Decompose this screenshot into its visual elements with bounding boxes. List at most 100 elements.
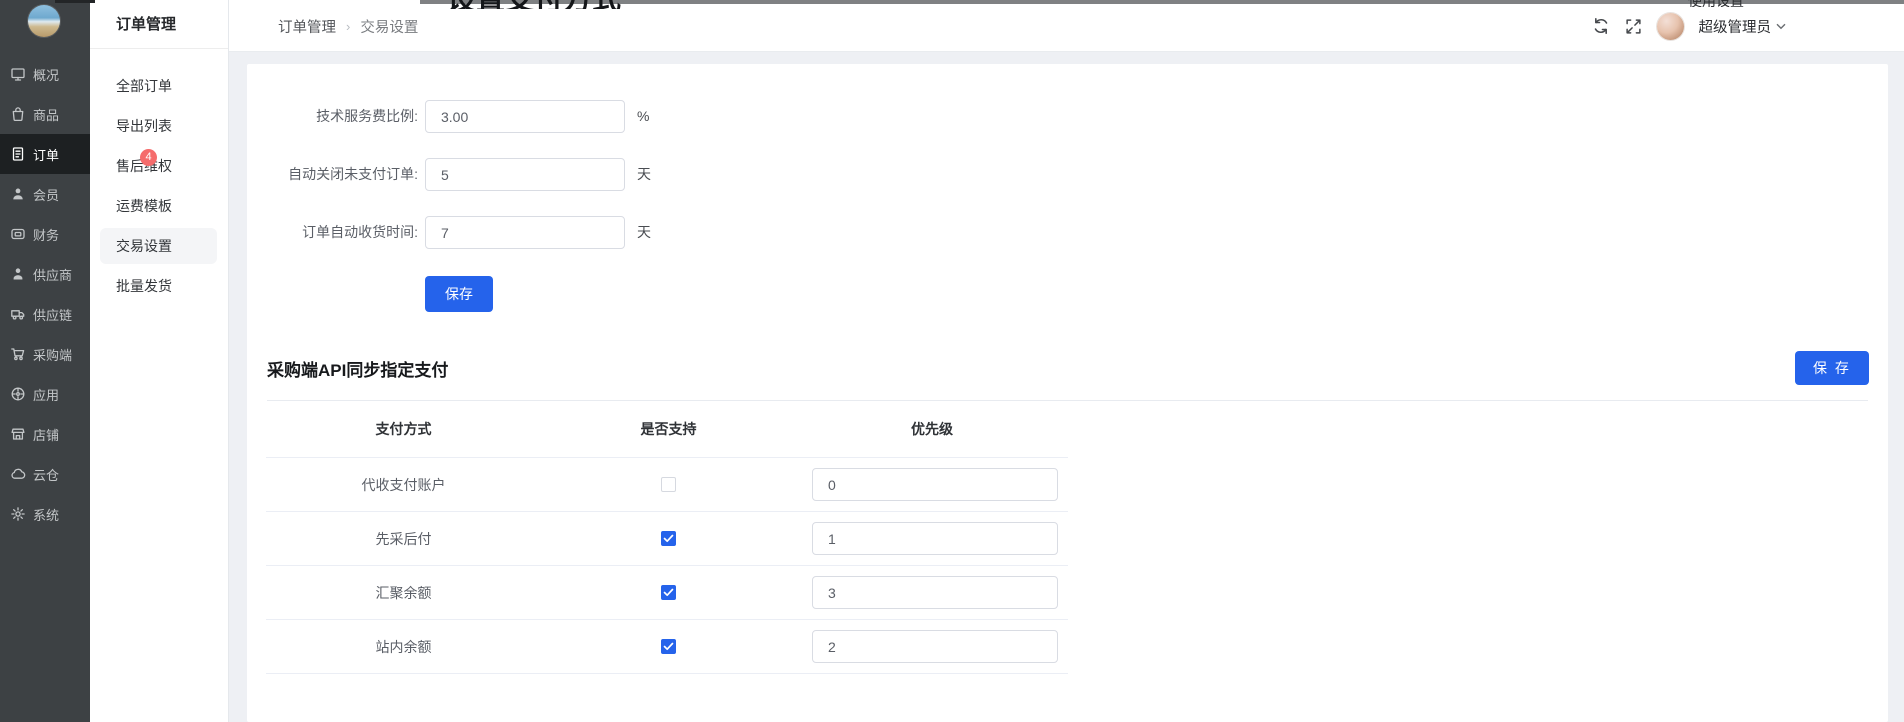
sidebar-item-label: 订单 [33, 145, 59, 164]
settings-form-row: 自动关闭未支付订单:天 [247, 158, 677, 191]
sidebar-item-finance[interactable]: 财务 [0, 214, 90, 254]
sidebar-item-order[interactable]: 订单 [0, 134, 90, 174]
cloud-icon [10, 466, 26, 482]
supported-cell [541, 531, 796, 546]
sidebar-item-member[interactable]: 会员 [0, 174, 90, 214]
sidebar-item-label: 财务 [33, 225, 59, 244]
sidebar-item-label: 系统 [33, 505, 59, 524]
bag-icon [10, 106, 26, 122]
monitor-icon [10, 66, 26, 82]
sidebar-item-cart[interactable]: 采购端 [0, 334, 90, 374]
finance-icon [10, 226, 26, 242]
settings-form-row: 订单自动收货时间: 天 [247, 216, 677, 249]
priority-cell [796, 522, 1068, 555]
form-unit-suffix: % [637, 100, 649, 133]
sidebar-item-supplier[interactable]: 供应商 [0, 254, 90, 294]
member-icon [10, 186, 26, 202]
priority-input[interactable] [812, 576, 1058, 609]
submenu-item-label: 运费模板 [116, 198, 172, 214]
form-label: 技术服务费比例: [247, 100, 418, 133]
user-name: 超级管理员 [1699, 16, 1772, 37]
support-checkbox[interactable] [661, 531, 676, 546]
priority-input[interactable] [812, 522, 1058, 555]
sidebar-item-truck[interactable]: 供应链 [0, 294, 90, 334]
main-header: 订单管理 › 交易设置 [229, 0, 1904, 52]
supplier-icon [10, 266, 26, 282]
sidebar-item-gear[interactable]: 系统 [0, 494, 90, 534]
shop-icon [10, 426, 26, 442]
submenu-item-1[interactable]: 导出列表 [90, 106, 229, 146]
support-checkbox[interactable] [661, 639, 676, 654]
submenu-item-label: 导出列表 [116, 118, 172, 134]
submenu-item-label: 批量发货 [116, 278, 172, 294]
main-area: 订单管理 › 交易设置 [229, 0, 1904, 722]
submenu-item-0[interactable]: 全部订单 [90, 66, 229, 106]
payment-table-row: 站内余额 [266, 620, 1068, 674]
support-checkbox[interactable] [661, 477, 676, 492]
primary-sidebar: 概况商品订单会员财务供应商供应链采购端应用店铺云仓系统 [0, 0, 90, 722]
payment-method-label: 先采后付 [266, 529, 541, 549]
form-value-input[interactable] [425, 158, 625, 191]
fullscreen-icon[interactable] [1625, 18, 1642, 35]
notification-badge: 4 [140, 149, 157, 166]
column-header-priority: 优先级 [796, 419, 1068, 439]
submenu-item-label: 交易设置 [116, 238, 172, 254]
payment-table-row: 代收支付账户 [266, 458, 1068, 512]
sidebar-item-label: 商品 [33, 105, 59, 124]
form-unit-suffix: 天 [637, 158, 651, 191]
form-label: 订单自动收货时间: [247, 216, 418, 249]
payment-table-row: 汇聚余额 [266, 566, 1068, 620]
sidebar-item-bag[interactable]: 商品 [0, 94, 90, 134]
header-actions: 超级管理员 [1592, 0, 1787, 52]
payment-method-label: 站内余额 [266, 637, 541, 657]
column-header-supported: 是否支持 [541, 419, 796, 439]
trade-settings-card: 技术服务费比例:% 自动关闭未支付订单:天订单自动收货时间: 天 保存 采购端API… [247, 64, 1888, 722]
submenu-item-2[interactable]: 售后维权4 [90, 146, 229, 186]
breadcrumb-separator-icon: › [346, 19, 350, 34]
submenu-item-5[interactable]: 批量发货 [90, 266, 229, 306]
sidebar-item-label: 供应链 [33, 305, 72, 324]
order-icon [10, 146, 26, 162]
sidebar-item-label: 会员 [33, 185, 59, 204]
user-avatar[interactable] [1657, 13, 1684, 40]
sidebar-item-label: 供应商 [33, 265, 72, 284]
settings-form-row: 技术服务费比例:% [247, 100, 677, 133]
form-value-input[interactable] [425, 100, 625, 133]
payment-table: 支付方式 是否支持 优先级 代收支付账户先采后付汇聚余额站内余额 [266, 400, 1068, 674]
save-payment-button[interactable]: 保 存 [1795, 351, 1869, 385]
chevron-down-icon [1776, 23, 1786, 30]
gear-icon [10, 506, 26, 522]
admin-console: 概况商品订单会员财务供应商供应链采购端应用店铺云仓系统 订单管理 全部订单导出列… [0, 0, 1904, 722]
payment-method-label: 代收支付账户 [266, 475, 541, 495]
supported-cell [541, 585, 796, 600]
sidebar-item-shop[interactable]: 店铺 [0, 414, 90, 454]
priority-input[interactable] [812, 468, 1058, 501]
save-settings-button[interactable]: 保存 [425, 276, 493, 312]
sidebar-item-monitor[interactable]: 概况 [0, 54, 90, 94]
refresh-icon[interactable] [1592, 17, 1610, 35]
breadcrumb-current: 交易设置 [360, 16, 418, 37]
form-unit-suffix: 天 [637, 216, 651, 249]
payment-table-header: 支付方式 是否支持 优先级 [266, 400, 1068, 458]
form-value-input[interactable] [425, 216, 625, 249]
breadcrumb-parent[interactable]: 订单管理 [278, 16, 336, 37]
payment-section-title: 采购端API同步指定支付 [267, 356, 448, 381]
supported-cell [541, 639, 796, 654]
sidebar-item-reel[interactable]: 应用 [0, 374, 90, 414]
payment-method-label: 汇聚余额 [266, 583, 541, 603]
submenu-item-label: 全部订单 [116, 78, 172, 94]
support-checkbox[interactable] [661, 585, 676, 600]
submenu-item-3[interactable]: 运费模板 [90, 186, 229, 226]
submenu-title: 订单管理 [90, 0, 228, 49]
sidebar-item-label: 云仓 [33, 465, 59, 484]
cart-icon [10, 346, 26, 362]
payment-table-row: 先采后付 [266, 512, 1068, 566]
truck-icon [10, 306, 26, 322]
priority-input[interactable] [812, 630, 1058, 663]
sidebar-item-cloud[interactable]: 云仓 [0, 454, 90, 494]
submenu-item-4[interactable]: 交易设置 [90, 226, 229, 266]
user-menu[interactable]: 超级管理员 [1699, 16, 1787, 37]
sidebar-item-label: 概况 [33, 65, 59, 84]
sidebar-item-label: 采购端 [33, 345, 72, 364]
app-logo[interactable] [28, 5, 60, 37]
